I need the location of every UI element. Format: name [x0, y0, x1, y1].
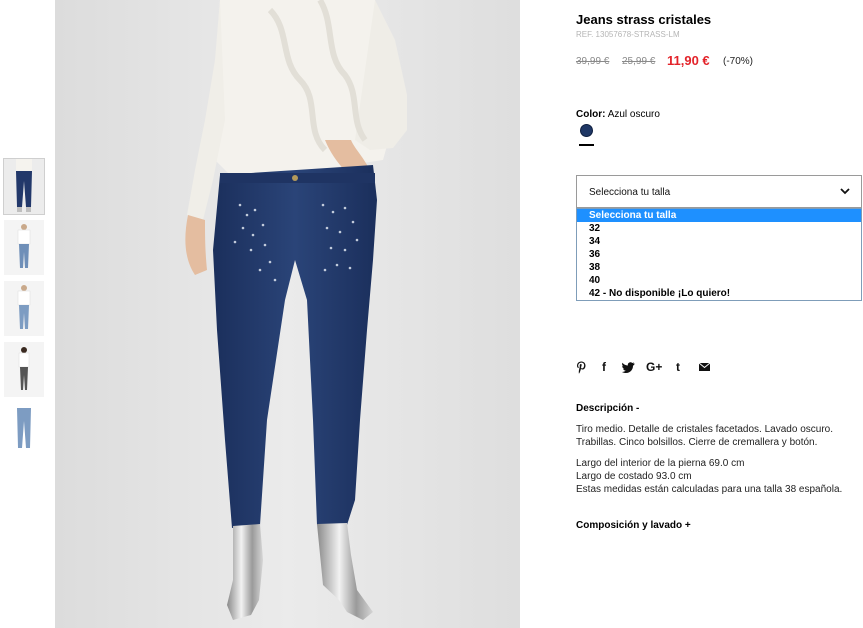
thumbnail-front-image	[4, 159, 44, 214]
size-option[interactable]: Selecciona tu talla	[577, 209, 861, 222]
size-select-label: Selecciona tu talla	[589, 187, 671, 198]
twitter-icon[interactable]	[622, 362, 635, 373]
color-row: Color: Azul oscuro	[576, 109, 660, 120]
google-plus-icon[interactable]: G+	[646, 360, 662, 374]
measurement-text: Estas medidas están calculadas para una …	[576, 484, 843, 495]
thumbnail-flat[interactable]	[4, 403, 44, 458]
thumbnail-side-image	[4, 281, 44, 336]
thumbnail-flat-image	[4, 403, 44, 458]
measurement-text: Largo del interior de la pierna 69.0 cm	[576, 458, 745, 469]
size-option[interactable]: 36	[577, 248, 861, 261]
description-toggle[interactable]: Descripción -	[576, 403, 639, 414]
facebook-icon[interactable]: f	[602, 360, 606, 374]
description-text: Tiro medio. Detalle de cristales facetad…	[576, 424, 833, 435]
color-label: Color:	[576, 109, 606, 120]
discount-badge: (-70%)	[723, 56, 754, 67]
color-value: Azul oscuro	[607, 109, 660, 120]
size-select[interactable]: Selecciona tu talla	[576, 175, 862, 208]
email-icon[interactable]	[699, 363, 710, 371]
swatch-selected-indicator	[579, 144, 594, 146]
size-option[interactable]: 34	[577, 235, 861, 248]
color-swatch-azul-oscuro[interactable]	[580, 124, 593, 137]
price-original: 39,99 €	[576, 56, 610, 67]
size-option[interactable]: 42 - No disponible ¡Lo quiero!	[577, 287, 861, 300]
composition-toggle[interactable]: Composición y lavado +	[576, 520, 691, 531]
size-option[interactable]: 40	[577, 274, 861, 287]
measurement-text: Largo de costado 93.0 cm	[576, 471, 692, 482]
product-title: Jeans strass cristales	[576, 12, 712, 27]
thumbnail-full[interactable]	[4, 342, 44, 397]
tumblr-icon[interactable]: t	[676, 360, 680, 374]
pinterest-icon[interactable]	[576, 361, 587, 374]
thumbnail-front[interactable]	[3, 158, 45, 215]
size-option[interactable]: 32	[577, 222, 861, 235]
price-previous: 25,99 €	[622, 56, 656, 67]
product-reference: REF. 13057678-STRASS-LM	[576, 30, 680, 39]
thumbnail-back-image	[4, 220, 44, 275]
price-current: 11,90 €	[667, 53, 710, 68]
thumbnail-side[interactable]	[4, 281, 44, 336]
thumbnail-back[interactable]	[4, 220, 44, 275]
product-main-image[interactable]	[55, 0, 520, 628]
thumbnail-full-image	[4, 342, 44, 397]
description-text: Trabillas. Cinco bolsillos. Cierre de cr…	[576, 437, 818, 448]
chevron-down-icon	[840, 188, 850, 195]
size-option[interactable]: 38	[577, 261, 861, 274]
size-dropdown-list: Selecciona tu talla 32 34 36 38 40 42 - …	[576, 208, 862, 301]
